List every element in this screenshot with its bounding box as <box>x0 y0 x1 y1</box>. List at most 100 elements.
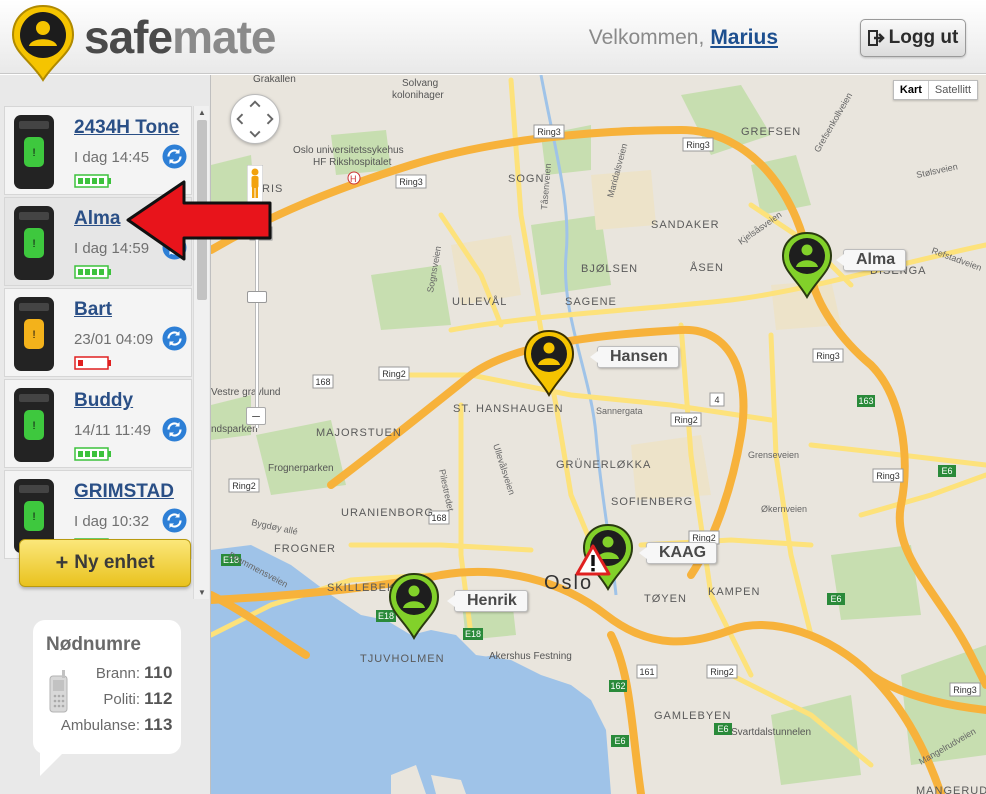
device-icon: ! <box>14 206 54 280</box>
mobile-phone-icon <box>49 670 68 713</box>
sign-out-icon <box>867 30 885 46</box>
street-label: Grenseveien <box>748 450 799 460</box>
place-label: SOGN <box>508 173 544 185</box>
sync-icon[interactable] <box>162 326 187 351</box>
emergency-number: 110 <box>144 663 173 682</box>
emergency-label: Ambulanse: <box>60 717 141 734</box>
svg-text:Ring3: Ring3 <box>399 177 423 187</box>
logout-button[interactable]: Logg ut <box>860 19 966 57</box>
place-label: SANDAKER <box>651 219 720 231</box>
marker-label[interactable]: Alma <box>835 249 907 271</box>
marker-label[interactable]: Hansen <box>590 346 679 368</box>
device-last-seen: I dag 14:45 <box>74 149 150 166</box>
svg-text:!: ! <box>32 420 35 432</box>
device-icon: ! <box>14 297 54 371</box>
svg-text:4: 4 <box>714 395 719 405</box>
map-marker-alma[interactable] <box>781 231 833 299</box>
place-label: GREFSEN <box>741 126 801 138</box>
scroll-up-arrow-icon[interactable]: ▲ <box>198 108 206 117</box>
place-label: ST. HANSHAUGEN <box>453 403 564 415</box>
device-last-seen: I dag 10:32 <box>74 513 150 530</box>
sync-icon[interactable] <box>162 508 187 533</box>
app-window: safemate Velkommen, Marius Logg ut ! 2434… <box>0 0 986 794</box>
emergency-bubble-tail <box>40 750 66 776</box>
svg-text:H: H <box>350 174 357 184</box>
marker-label[interactable]: KAAG <box>638 542 718 564</box>
device-name[interactable]: Buddy <box>74 390 133 412</box>
place-label: ULLEVÅL <box>452 295 507 308</box>
svg-text:163: 163 <box>858 396 873 406</box>
device-item[interactable]: ! Bart 23/01 04:09 <box>4 288 192 377</box>
map-tiles: Ring3 Ring3 Ring3 Ring3 Ring3 Ring3 Ring… <box>211 75 986 794</box>
logo-wordmark: safemate <box>84 11 276 63</box>
street-label: Sannergata <box>596 406 643 416</box>
place-label: ÅSEN <box>690 261 724 274</box>
place-label: SAGENE <box>565 296 617 308</box>
svg-text:!: ! <box>32 329 35 341</box>
map-view[interactable]: Ring3 Ring3 Ring3 Ring3 Ring3 Ring3 Ring… <box>211 75 986 794</box>
device-name[interactable]: GRIMSTAD <box>74 481 174 503</box>
sync-icon[interactable] <box>162 144 187 169</box>
svg-text:E6: E6 <box>941 466 952 476</box>
alarm-warning-icon <box>575 544 611 576</box>
place-label: ndsparken <box>211 424 258 435</box>
svg-text:Ring2: Ring2 <box>382 369 406 379</box>
svg-text:Ring2: Ring2 <box>710 667 734 677</box>
svg-text:Ring3: Ring3 <box>686 140 710 150</box>
pan-control-icon[interactable] <box>230 94 280 144</box>
device-name[interactable]: Alma <box>74 208 120 230</box>
zoom-slider-handle[interactable] <box>247 291 267 303</box>
map-type-toggle: Kart Satellitt <box>892 80 978 100</box>
welcome-text: Velkommen, <box>588 26 705 49</box>
svg-text:E6: E6 <box>717 724 728 734</box>
place-label: BJØLSEN <box>581 263 638 275</box>
zoom-out-button[interactable]: – <box>246 407 266 425</box>
map-marker-henrik[interactable] <box>388 572 440 640</box>
place-label: Solvang <box>402 78 438 89</box>
new-device-button[interactable]: + Ny enhet <box>19 539 191 587</box>
safemate-logo-icon[interactable] <box>10 4 76 82</box>
place-label: SOFIENBERG <box>611 496 693 508</box>
svg-text:E6: E6 <box>830 594 841 604</box>
svg-text:Ring3: Ring3 <box>537 127 561 137</box>
sync-icon[interactable] <box>162 417 187 442</box>
svg-text:Ring2: Ring2 <box>674 415 698 425</box>
device-name[interactable]: 2434H Tone <box>74 117 179 139</box>
map-type-satellite-button[interactable]: Satellitt <box>929 81 977 99</box>
street-label: Økernveien <box>761 504 807 514</box>
emergency-title: Nødnumre <box>46 634 141 655</box>
user-name-link[interactable]: Marius <box>710 26 778 49</box>
emergency-label: Politi: <box>103 691 141 708</box>
device-item[interactable]: ! Buddy 14/11 11:49 <box>4 379 192 468</box>
place-label: Oslo universitetssykehus <box>293 145 404 156</box>
svg-text:!: ! <box>32 511 35 523</box>
place-label: Vestre gravlund <box>211 387 281 398</box>
device-name[interactable]: Bart <box>74 299 112 321</box>
place-label: HF Rikshospitalet <box>313 157 392 168</box>
new-device-label: Ny enhet <box>74 552 155 573</box>
emergency-row-politi: Politi: 112 <box>103 689 173 709</box>
svg-text:161: 161 <box>639 667 654 677</box>
emergency-label: Brann: <box>95 665 141 682</box>
device-icon: ! <box>14 115 54 189</box>
scroll-down-arrow-icon[interactable]: ▼ <box>198 588 206 597</box>
annotation-arrow-icon <box>126 180 272 261</box>
place-label: GAMLEBYEN <box>654 710 731 722</box>
place-label: KAMPEN <box>708 586 760 598</box>
plus-icon: + <box>55 550 69 575</box>
map-type-kart-button[interactable]: Kart <box>894 81 929 99</box>
svg-text:E6: E6 <box>614 736 625 746</box>
emergency-row-ambulanse: Ambulanse: 113 <box>61 715 173 735</box>
place-label: Akershus Festning <box>489 651 572 662</box>
header-bar: safemate Velkommen, Marius Logg ut <box>0 0 986 82</box>
svg-text:Ring3: Ring3 <box>953 685 977 695</box>
place-label: MANGERUD <box>916 785 986 794</box>
logo-mate-text: mate <box>172 11 276 63</box>
emergency-numbers-panel: Nødnumre Brann: 110 Politi: 112 Ambulanse:… <box>33 620 181 754</box>
device-last-seen: 23/01 04:09 <box>74 331 154 348</box>
marker-label[interactable]: Henrik <box>447 590 528 612</box>
map-marker-hansen[interactable] <box>523 329 575 397</box>
svg-text:162: 162 <box>610 681 625 691</box>
place-label: Grakallen <box>253 75 296 85</box>
place-label: kolonihager <box>392 90 444 101</box>
